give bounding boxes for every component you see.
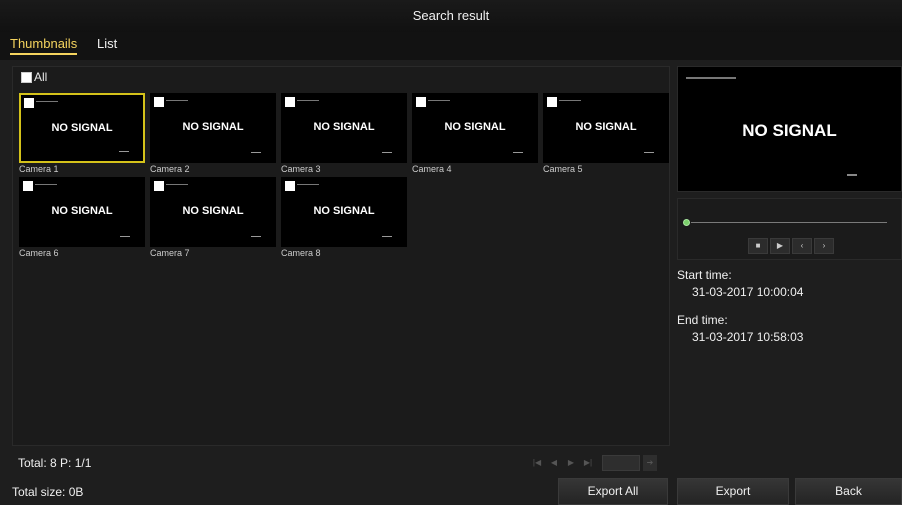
osd-text-line <box>35 184 57 185</box>
thumbnail-camera-1[interactable]: NO SIGNAL Camera 1 <box>19 93 145 177</box>
start-time-label: Start time: <box>677 268 732 282</box>
no-signal-text: NO SIGNAL <box>182 205 244 217</box>
no-signal-text: NO SIGNAL <box>313 121 375 133</box>
osd-text-line <box>559 100 581 101</box>
thumbnail-camera-6[interactable]: NO SIGNAL Camera 6 <box>19 177 145 261</box>
thumbnail-checkbox[interactable] <box>154 97 164 107</box>
tab-bar: Thumbnails List <box>0 32 902 60</box>
thumbnail-camera-7[interactable]: NO SIGNAL Camera 7 <box>150 177 276 261</box>
thumbnail-checkbox[interactable] <box>285 97 295 107</box>
camera-label: Camera 1 <box>19 164 59 174</box>
play-icon[interactable]: ▶ <box>770 238 790 254</box>
export-button[interactable]: Export <box>677 478 789 505</box>
prev-page-icon[interactable]: ◀ <box>547 456 561 470</box>
osd-text-line <box>36 101 58 102</box>
select-all-label: All <box>34 70 48 84</box>
window-title: Search result <box>0 0 902 32</box>
no-signal-text: NO SIGNAL <box>575 121 637 133</box>
osd-mark <box>382 236 392 237</box>
osd-mark <box>382 152 392 153</box>
tab-list[interactable]: List <box>97 36 117 51</box>
thumbnail-camera-4[interactable]: NO SIGNAL Camera 4 <box>412 93 538 177</box>
thumbnail-camera-5[interactable]: NO SIGNAL Camera 5 <box>543 93 669 177</box>
playback-control: ■ ▶ ‹ › <box>677 198 902 260</box>
thumbnail-checkbox[interactable] <box>547 97 557 107</box>
timeline-track[interactable] <box>691 222 887 223</box>
total-size: Total size: 0B <box>12 485 84 499</box>
camera-label: Camera 3 <box>281 164 321 174</box>
go-icon[interactable]: ➔ <box>643 455 657 471</box>
no-signal-text: NO SIGNAL <box>182 121 244 133</box>
thumbnail-image[interactable]: NO SIGNAL <box>281 177 407 247</box>
thumbnail-panel: All NO SIGNAL Camera 1 NO SIGNAL Camera … <box>12 66 670 446</box>
next-page-icon[interactable]: ▶ <box>564 456 578 470</box>
osd-mark <box>251 236 261 237</box>
no-signal-text: NO SIGNAL <box>51 122 113 134</box>
thumbnail-camera-3[interactable]: NO SIGNAL Camera 3 <box>281 93 407 177</box>
playback-buttons: ■ ▶ ‹ › <box>748 238 834 254</box>
thumbnail-image[interactable]: NO SIGNAL <box>150 93 276 163</box>
osd-text-line <box>297 184 319 185</box>
osd-mark <box>847 174 857 176</box>
no-signal-text: NO SIGNAL <box>313 205 375 217</box>
thumbnail-image[interactable]: NO SIGNAL <box>19 93 145 163</box>
tab-thumbnails[interactable]: Thumbnails <box>10 36 78 55</box>
camera-label: Camera 8 <box>281 248 321 258</box>
camera-label: Camera 6 <box>19 248 59 258</box>
back-button[interactable]: Back <box>795 478 902 505</box>
last-page-icon[interactable]: ▶| <box>581 456 595 470</box>
thumbnail-checkbox[interactable] <box>285 181 295 191</box>
thumbnail-image[interactable]: NO SIGNAL <box>19 177 145 247</box>
thumbnail-camera-2[interactable]: NO SIGNAL Camera 2 <box>150 93 276 177</box>
osd-text-line <box>297 100 319 101</box>
end-time-value: 31-03-2017 10:58:03 <box>692 330 804 344</box>
end-time-label: End time: <box>677 313 728 327</box>
preview-no-signal-text: NO SIGNAL <box>742 121 837 140</box>
timeline-cursor-icon[interactable] <box>683 219 690 226</box>
first-page-icon[interactable]: |◀ <box>530 456 544 470</box>
no-signal-text: NO SIGNAL <box>444 121 506 133</box>
thumbnail-checkbox[interactable] <box>416 97 426 107</box>
thumbnail-camera-8[interactable]: NO SIGNAL Camera 8 <box>281 177 407 261</box>
time-info: Start time: 31-03-2017 10:00:04 End time… <box>677 268 803 344</box>
osd-mark <box>644 152 654 153</box>
pagination: |◀ ◀ ▶ ▶| ➔ <box>530 455 657 471</box>
thumbnail-image[interactable]: NO SIGNAL <box>281 93 407 163</box>
osd-mark <box>119 151 129 152</box>
osd-text-line <box>686 77 736 79</box>
camera-label: Camera 7 <box>150 248 190 258</box>
total-count: Total: 8 P: 1/1 <box>18 456 92 470</box>
thumbnail-checkbox[interactable] <box>23 181 33 191</box>
camera-label: Camera 5 <box>543 164 583 174</box>
select-all[interactable]: All <box>21 70 47 84</box>
prev-icon[interactable]: ‹ <box>792 238 812 254</box>
export-all-button[interactable]: Export All <box>558 478 668 505</box>
preview-window: NO SIGNAL <box>677 66 902 192</box>
start-time-value: 31-03-2017 10:00:04 <box>692 285 804 299</box>
camera-label: Camera 2 <box>150 164 190 174</box>
no-signal-text: NO SIGNAL <box>51 205 113 217</box>
osd-mark <box>120 236 130 237</box>
thumbnail-checkbox[interactable] <box>154 181 164 191</box>
thumbnail-image[interactable]: NO SIGNAL <box>150 177 276 247</box>
osd-mark <box>251 152 261 153</box>
stop-icon[interactable]: ■ <box>748 238 768 254</box>
next-icon[interactable]: › <box>814 238 834 254</box>
thumbnail-checkbox[interactable] <box>24 98 34 108</box>
select-all-checkbox[interactable] <box>21 71 32 83</box>
thumbnail-image[interactable]: NO SIGNAL <box>543 93 669 163</box>
osd-mark <box>513 152 523 153</box>
osd-text-line <box>166 100 188 101</box>
camera-label: Camera 4 <box>412 164 452 174</box>
osd-text-line <box>166 184 188 185</box>
osd-text-line <box>428 100 450 101</box>
thumbnail-image[interactable]: NO SIGNAL <box>412 93 538 163</box>
page-number-input[interactable] <box>602 455 640 471</box>
